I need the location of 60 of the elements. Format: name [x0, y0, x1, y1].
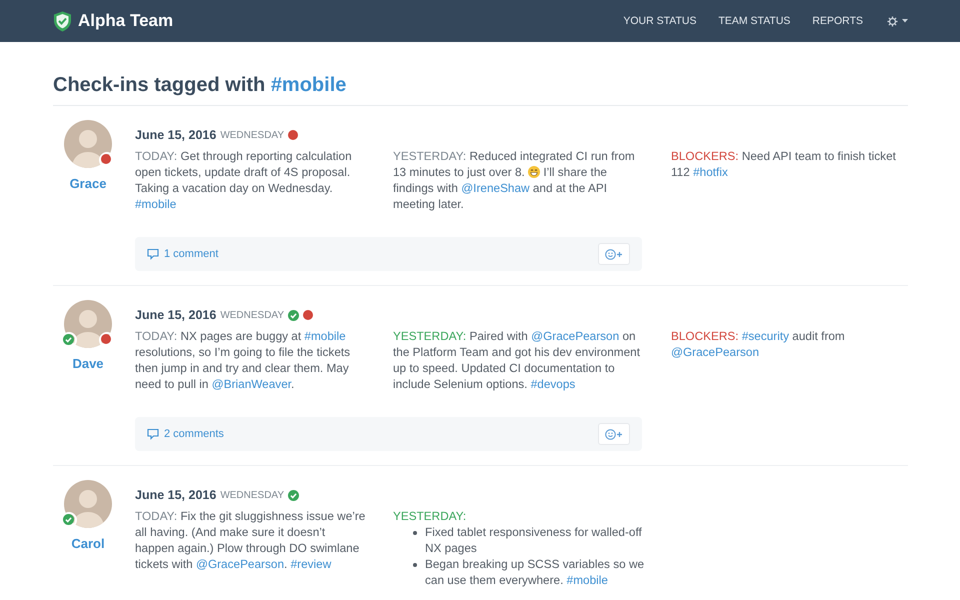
weekday: WEDNESDAY [220, 490, 284, 500]
nav-link[interactable]: YOUR STATUS [623, 15, 696, 27]
section-label: TODAY: [135, 149, 178, 163]
section-label: YESTERDAY: [393, 509, 466, 523]
add-reaction-button[interactable] [598, 423, 630, 445]
section-label: YESTERDAY: [393, 149, 466, 163]
comments-link[interactable]: 1 comment [147, 248, 218, 260]
avatar-photo [64, 120, 112, 168]
checkin-date: June 15, 2016 [135, 128, 216, 142]
link[interactable]: #security [742, 329, 790, 343]
grinning-face-icon [528, 166, 540, 178]
link[interactable]: #mobile [304, 329, 346, 343]
settings-icon [887, 16, 898, 26]
link[interactable]: #mobile [566, 573, 608, 587]
person-name[interactable]: Carol [53, 536, 123, 551]
list-item-text: Began breaking up SCSS variables so we can use them everywhere. #mobile [425, 556, 645, 588]
status-text: BLOCKERS: Need API team to finish ticket 112 #hotfix [671, 148, 897, 181]
status-text: TODAY: NX pages are buggy at #mobile resolutions, so I’m going to file the tickets then jump in and try and clear them. May need to pull in @BrianWeaver. [135, 328, 352, 392]
list-item-text: Fixed tablet responsiveness for walled-off NX pages [425, 524, 643, 556]
checkin-date: June 15, 2016 [135, 308, 216, 322]
shield-check-icon [53, 10, 72, 32]
speech-bubble-icon [147, 248, 159, 260]
checkin-date: June 15, 2016 [135, 488, 216, 502]
section-label: TODAY: [135, 329, 178, 343]
avatar-photo [64, 480, 112, 528]
section-label: BLOCKERS: [671, 149, 739, 163]
comments-link[interactable]: 2 comments [147, 428, 224, 440]
status-text: YESTERDAY: Reduced integrated CI run from 13 minutes to just over 8. I’ll share the findings with @IreneShaw and at the API meeting later. [393, 148, 636, 212]
bullet-icon [413, 563, 417, 567]
link[interactable]: #review [290, 557, 332, 571]
page-title: Check-ins tagged with #mobile [53, 42, 908, 106]
section-label: TODAY: [135, 509, 178, 523]
brand-name: Alpha Team [78, 11, 174, 31]
link[interactable]: @BrianWeaver [212, 377, 292, 391]
link[interactable]: @GracePearson [531, 329, 620, 343]
status-text: TODAY: Get through reporting calculation open tickets, update draft of 4S proposal. Taking a vacation day on Wednesday. #mobile [135, 148, 353, 212]
speech-bubble-icon [147, 428, 159, 440]
nav-link[interactable]: TEAM STATUS [718, 15, 790, 27]
link[interactable]: @GracePearson [196, 557, 284, 571]
link[interactable]: #mobile [135, 197, 176, 211]
add-reaction-button[interactable] [598, 243, 630, 265]
link[interactable]: #devops [530, 377, 576, 391]
status-text: YESTERDAY: Paired with @GracePearson on the Platform Team and got his dev environment up to speed. Updated CI documentation to include Selenium options. #devops [393, 328, 641, 392]
settings-menu[interactable] [887, 16, 908, 26]
caret-icon [902, 19, 908, 23]
section-label: YESTERDAY: [393, 329, 466, 343]
link[interactable]: @GracePearson [671, 345, 760, 359]
nav-link[interactable]: REPORTS [812, 15, 863, 27]
smiley-plus-icon [605, 428, 623, 440]
person-name[interactable]: Grace [53, 176, 123, 191]
bullet-icon [413, 531, 417, 535]
status-text: BLOCKERS: #security audit from @GracePearson [671, 328, 846, 361]
weekday: WEDNESDAY [220, 310, 284, 320]
smiley-plus-icon [605, 248, 623, 260]
link[interactable]: @IreneShaw [461, 181, 530, 195]
link[interactable]: #hotfix [693, 165, 728, 179]
status-text: TODAY: Fix the git sluggishness issue we’re all having. (And make sure it doesn’t happen again.) Plow through DO swimlane tickets with @GracePearson. #review [135, 508, 366, 573]
weekday: WEDNESDAY [220, 130, 284, 140]
section-label: BLOCKERS: [671, 329, 739, 343]
person-name[interactable]: Dave [53, 356, 123, 371]
